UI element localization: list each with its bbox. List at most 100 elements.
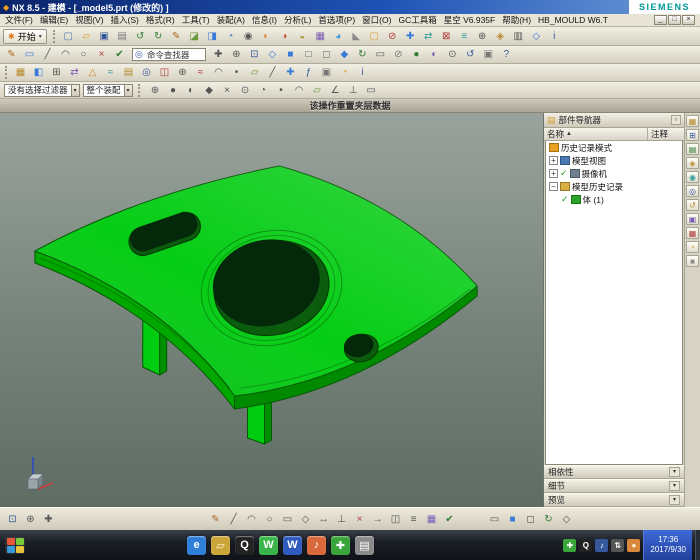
web-browser-icon[interactable]: ◎ bbox=[686, 185, 699, 197]
tray-volume-icon[interactable]: ♪ bbox=[595, 539, 608, 552]
wave-link-icon[interactable]: ≈ bbox=[102, 65, 119, 80]
system-materials-icon[interactable]: ■ bbox=[686, 255, 699, 267]
trim-icon[interactable]: × bbox=[351, 512, 368, 527]
profile-line-icon[interactable]: ╱ bbox=[225, 512, 242, 527]
taskbar-app-browser[interactable]: e bbox=[187, 536, 206, 555]
task-sketch-icon[interactable]: ✎ bbox=[3, 47, 20, 62]
assembly-icon[interactable]: ▦ bbox=[12, 65, 29, 80]
trim-body-icon[interactable]: ⊘ bbox=[384, 29, 401, 44]
graphics-viewport[interactable] bbox=[0, 113, 544, 507]
show-desktop-button[interactable] bbox=[695, 530, 700, 560]
checkmark-icon[interactable]: ✓ bbox=[561, 194, 569, 205]
offset-face-icon[interactable]: ≡ bbox=[456, 29, 473, 44]
clearance-warning-icon[interactable]: △ bbox=[84, 65, 101, 80]
taskbar-app-notepad[interactable]: ▤ bbox=[355, 536, 374, 555]
delete-face-icon[interactable]: ⊠ bbox=[438, 29, 455, 44]
sort-ascending-icon[interactable]: ▲ bbox=[566, 131, 572, 137]
mid-point-icon[interactable]: ◐ bbox=[183, 83, 200, 98]
shell-icon[interactable]: ▢ bbox=[366, 29, 383, 44]
help-icon[interactable]: ? bbox=[498, 47, 515, 62]
menu-item[interactable]: 工具(T) bbox=[182, 14, 210, 26]
menu-item[interactable]: 窗口(O) bbox=[362, 14, 391, 26]
constraint-navigator-icon[interactable]: ⊞ bbox=[686, 129, 699, 141]
section-view-icon[interactable]: ◫ bbox=[156, 65, 173, 80]
print-icon[interactable]: ▤ bbox=[114, 29, 131, 44]
finish-icon[interactable]: ✔ bbox=[441, 512, 458, 527]
taskbar-app-music[interactable]: ♪ bbox=[307, 536, 326, 555]
new-file-icon[interactable]: ▢ bbox=[60, 29, 77, 44]
taskbar-app-folder[interactable]: ▱ bbox=[211, 536, 230, 555]
datum-csys-icon[interactable]: ✚ bbox=[402, 29, 419, 44]
sketch-icon[interactable]: ✎ bbox=[168, 29, 185, 44]
save-icon[interactable]: ▣ bbox=[96, 29, 113, 44]
tray-qq-icon[interactable]: Q bbox=[579, 539, 592, 552]
shaded-mode-icon[interactable]: ■ bbox=[504, 512, 521, 527]
menu-item[interactable]: 星空 V6.935F bbox=[444, 14, 496, 26]
pattern-icon[interactable]: ▦ bbox=[423, 512, 440, 527]
line-icon[interactable]: ╱ bbox=[39, 47, 56, 62]
orient-view-icon[interactable]: ◇ bbox=[264, 47, 281, 62]
pmi-icon[interactable]: ◎ bbox=[138, 65, 155, 80]
perpendicular-snap-icon[interactable]: ⊥ bbox=[345, 83, 362, 98]
arc-center-icon[interactable]: ⊙ bbox=[237, 83, 254, 98]
hd3d-tools-icon[interactable]: ◉ bbox=[686, 171, 699, 183]
arc-icon[interactable]: ◠ bbox=[57, 47, 74, 62]
taskbar-clock[interactable]: 17:36 2017/9/30 bbox=[643, 530, 692, 560]
navigator-tree-row[interactable]: + 模型视图 bbox=[546, 154, 682, 167]
menu-item[interactable]: 文件(F) bbox=[5, 14, 33, 26]
snap-point-icon[interactable]: ⊕ bbox=[147, 83, 164, 98]
point-on-face-icon[interactable]: ▱ bbox=[309, 83, 326, 98]
menu-item[interactable]: 视图(V) bbox=[75, 14, 103, 26]
angle-snap-icon[interactable]: ∠ bbox=[327, 83, 344, 98]
point-icon[interactable]: • bbox=[228, 65, 245, 80]
undo-icon[interactable]: ↺ bbox=[132, 29, 149, 44]
selection-filter-dropdown[interactable]: 没有选择过滤器 ▾ bbox=[4, 84, 80, 97]
direct-sketch-icon[interactable]: ▭ bbox=[21, 47, 38, 62]
wireframe-view-icon[interactable]: □ bbox=[300, 47, 317, 62]
expand-toggle-icon[interactable]: + bbox=[549, 156, 558, 165]
menu-item[interactable]: 装配(A) bbox=[217, 14, 245, 26]
information-icon[interactable]: i bbox=[354, 65, 371, 80]
menu-item[interactable]: 分析(L) bbox=[284, 14, 311, 26]
subtract-icon[interactable]: ◑ bbox=[276, 29, 293, 44]
menu-item[interactable]: 帮助(H) bbox=[502, 14, 531, 26]
zoom-icon[interactable]: ⊕ bbox=[228, 47, 245, 62]
wcs-triad[interactable] bbox=[28, 457, 53, 489]
datum-plane-icon[interactable]: ◪ bbox=[186, 29, 203, 44]
rotate-mode-icon[interactable]: ↻ bbox=[540, 512, 557, 527]
extend-icon[interactable]: → bbox=[369, 512, 386, 527]
menu-item[interactable]: HB_MOULD W6.T bbox=[538, 15, 608, 25]
maximize-button[interactable]: □ bbox=[668, 15, 681, 25]
sketch-tool-icon[interactable]: ✎ bbox=[207, 512, 224, 527]
navigator-tree-row[interactable]: − 模型历史记录 bbox=[546, 180, 682, 193]
point-on-curve-icon[interactable]: ◠ bbox=[291, 83, 308, 98]
expand-toggle-icon[interactable]: − bbox=[549, 182, 558, 191]
analysis-icon[interactable]: ≈ bbox=[192, 65, 209, 80]
model-canvas[interactable] bbox=[0, 113, 543, 507]
intersection-point-icon[interactable]: × bbox=[219, 83, 236, 98]
taskbar-app-safe[interactable]: ✚ bbox=[331, 536, 350, 555]
tray-safe-icon[interactable]: ✚ bbox=[563, 539, 576, 552]
menu-item[interactable]: 格式(R) bbox=[146, 14, 175, 26]
pin-icon[interactable]: ▫ bbox=[671, 115, 681, 125]
revolve-icon[interactable]: ◔ bbox=[222, 29, 239, 44]
navigator-section-bar[interactable]: 相依性 ▾ bbox=[544, 465, 684, 479]
navigator-section-bar[interactable]: 预览 ▾ bbox=[544, 493, 684, 507]
assembly-constraints-icon[interactable]: ⊞ bbox=[48, 65, 65, 80]
zoom-in-out-icon[interactable]: ⊕ bbox=[22, 512, 39, 527]
measure-distance-icon[interactable]: ⊕ bbox=[174, 65, 191, 80]
rotate-view-icon[interactable]: ↻ bbox=[354, 47, 371, 62]
class-selection-icon[interactable]: ⊙ bbox=[444, 47, 461, 62]
isometric-view-icon[interactable]: ◆ bbox=[336, 47, 353, 62]
selection-scope-dropdown[interactable]: 整个装配 ▾ bbox=[83, 84, 133, 97]
start-menu-button[interactable]: ✱ 开始 ▾ bbox=[3, 29, 47, 44]
shaded-view-icon[interactable]: ■ bbox=[282, 47, 299, 62]
control-point-icon[interactable]: ◆ bbox=[201, 83, 218, 98]
csys-icon[interactable]: ✚ bbox=[282, 65, 299, 80]
expand-toggle-icon[interactable]: + bbox=[549, 169, 558, 178]
column-header-comment[interactable]: 注释 bbox=[648, 128, 684, 140]
navigator-section-bar[interactable]: 细节 ▾ bbox=[544, 479, 684, 493]
info-icon[interactable]: i bbox=[546, 29, 563, 44]
windows-start-button[interactable] bbox=[5, 537, 25, 554]
edit-display-icon[interactable]: ◐ bbox=[426, 47, 443, 62]
